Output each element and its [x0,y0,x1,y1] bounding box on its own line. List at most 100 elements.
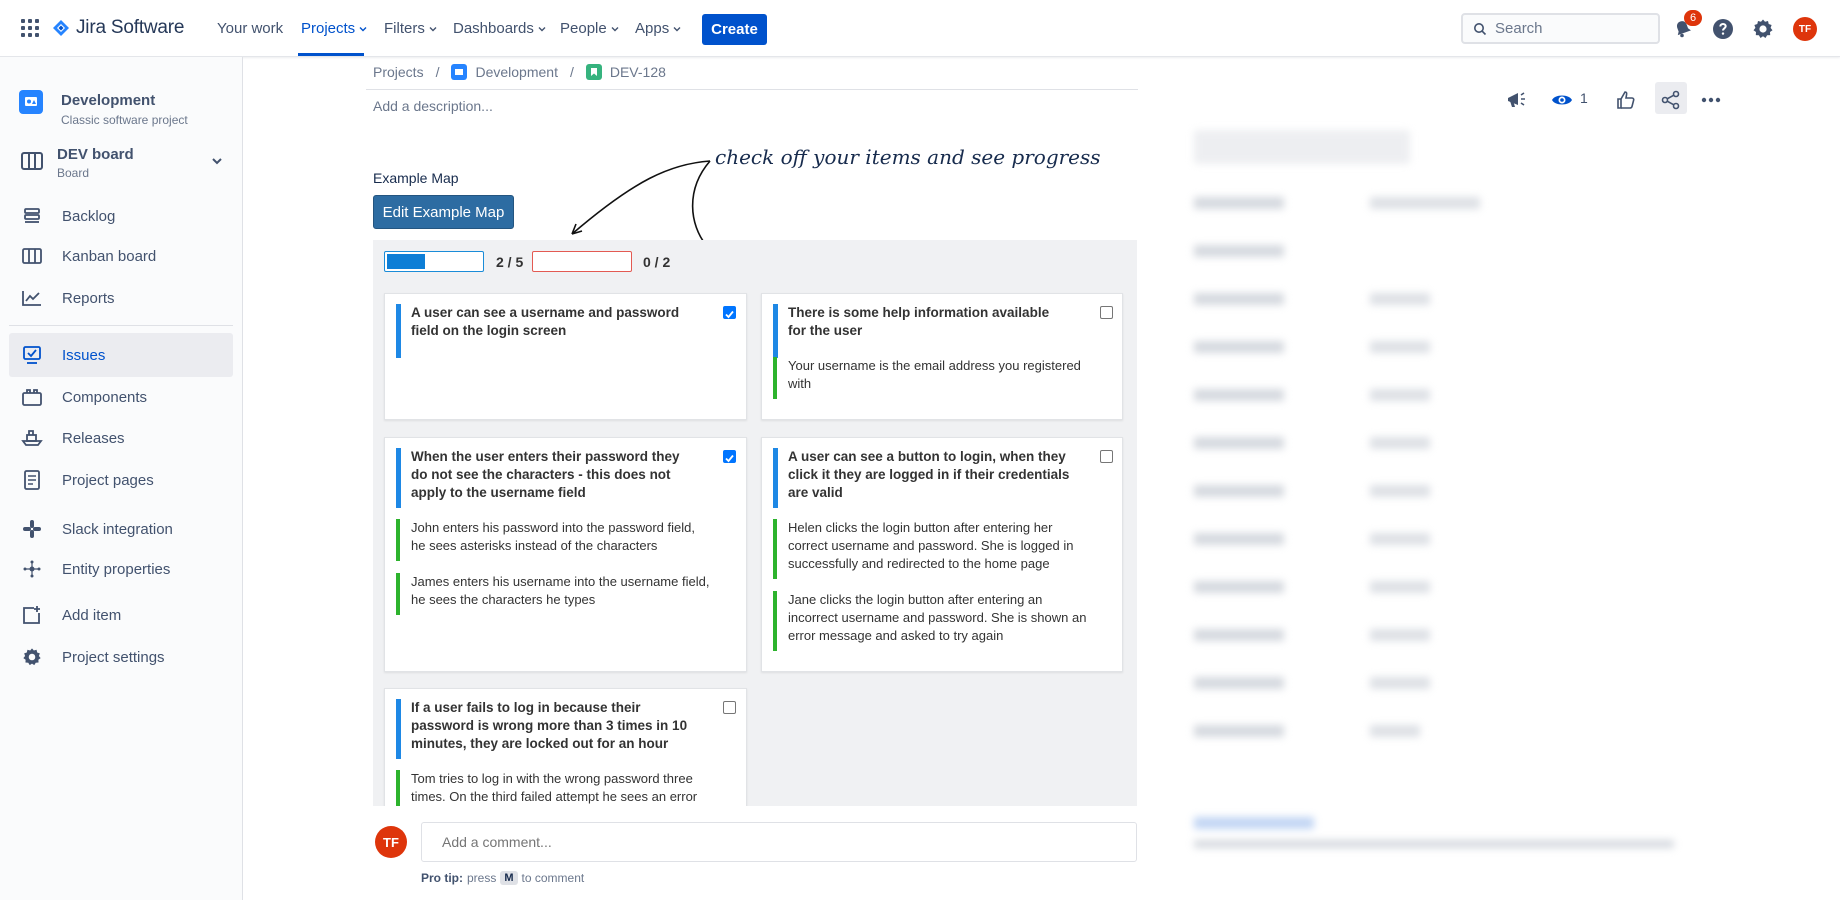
create-button[interactable]: Create [702,14,767,45]
nav-filters[interactable]: Filters [384,20,437,37]
project-header[interactable]: Development Classic software project [19,90,188,127]
breadcrumb-project[interactable]: Development [475,64,558,80]
sidebar-item-label: Project settings [62,648,165,666]
example-color-bar [396,770,400,806]
search-box[interactable] [1461,13,1660,44]
rule-item: A user can see a username and password f… [396,304,701,358]
rule-card: If a user fails to log in because their … [384,688,747,806]
blurred-field-value [1370,533,1430,545]
rule-color-bar [773,448,778,508]
sidebar-divider [9,325,233,326]
rules-progress-fill [387,254,425,269]
rule-checkbox[interactable] [723,306,736,319]
board-name: DEV board [57,146,134,163]
example-item: John enters his password into the passwo… [396,519,711,561]
rule-checkbox[interactable] [1100,306,1113,319]
help-icon[interactable] [1711,17,1735,41]
sidebar-item-label: Releases [62,429,125,447]
nav-people[interactable]: People [560,20,619,37]
sidebar-item-label: Slack integration [62,520,173,538]
sidebar-item-backlog[interactable]: Backlog [9,194,233,238]
example-text: Your username is the email address you r… [788,358,1081,391]
project-avatar-icon [451,64,468,80]
example-text: James enters his username into the usern… [411,574,710,607]
sidebar-item-project-settings[interactable]: Project settings [9,635,233,679]
sidebar-item-kanban-board[interactable]: Kanban board [9,234,233,278]
issue-details-panel-blurred [1180,120,1720,900]
example-color-bar [396,519,400,561]
add-item-icon [21,604,43,626]
rule-card: There is some help information available… [761,293,1123,420]
chevron-down-icon [359,26,367,31]
rule-checkbox[interactable] [723,701,736,714]
rule-text: If a user fails to log in because their … [411,700,688,751]
jira-logo[interactable]: Jira Software [52,17,184,39]
edit-example-map-button[interactable]: Edit Example Map [373,195,514,229]
product-name: Jira Software [76,17,185,38]
breadcrumb-issue-key[interactable]: DEV-128 [610,64,666,80]
rule-color-bar [773,304,778,358]
rule-text: A user can see a button to login, when t… [788,449,1070,500]
sidebar-item-components[interactable]: Components [9,375,233,419]
blurred-link [1194,817,1314,829]
sidebar-item-releases[interactable]: Releases [9,416,233,460]
sidebar-item-entity-properties[interactable]: Entity properties [9,547,233,591]
sidebar-item-label: Kanban board [62,247,157,265]
user-avatar[interactable]: TF [1793,17,1817,41]
feedback-megaphone-icon[interactable] [1503,86,1531,114]
example-map-title: Example Map [373,170,459,186]
example-color-bar [773,591,777,651]
breadcrumb: Projects / Development / DEV-128 [373,64,666,80]
blurred-field-value [1370,437,1430,449]
sidebar-item-slack-integration[interactable]: Slack integration [9,507,233,551]
settings-gear-icon[interactable] [1751,17,1775,41]
comment-input[interactable] [421,822,1137,862]
board-icon [21,152,43,170]
slack-icon [21,518,43,540]
rule-item: There is some help information available… [773,304,1078,358]
description-placeholder[interactable]: Add a description... [373,98,493,114]
watch-eye-icon[interactable] [1548,86,1576,114]
sidebar-item-project-pages[interactable]: Project pages [9,458,233,502]
chevron-down-icon [212,158,222,165]
chevron-down-icon [673,26,681,31]
keyboard-shortcut-key: M [500,871,518,885]
example-item: Helen clicks the login button after ente… [773,519,1093,579]
sidebar-item-reports[interactable]: Reports [9,276,233,320]
nav-dashboards[interactable]: Dashboards [453,20,546,37]
sidebar-item-issues[interactable]: Issues [9,333,233,377]
watch-count[interactable]: 1 [1580,90,1588,106]
rule-text: A user can see a username and password f… [411,305,680,338]
example-color-bar [773,519,777,579]
rule-text: When the user enters their password they… [411,449,680,500]
rule-color-bar [396,448,401,508]
rule-checkbox[interactable] [1100,450,1113,463]
nav-projects[interactable]: Projects [301,20,367,37]
vote-thumbs-up-icon[interactable] [1612,86,1640,114]
rule-text: There is some help information available… [788,305,1050,338]
blurred-text [1194,840,1674,848]
example-text: Tom tries to log in with the wrong passw… [411,771,698,804]
nav-apps[interactable]: Apps [635,20,681,37]
app-switcher-icon[interactable] [21,19,39,37]
search-input[interactable] [1495,20,1645,37]
blurred-field-value [1370,725,1420,737]
top-navigation: Jira Software Your work Projects Filters… [0,0,1840,57]
sidebar-item-label: Components [62,388,148,406]
rule-color-bar [396,699,401,759]
more-actions-icon[interactable] [1697,86,1725,114]
breadcrumb-projects[interactable]: Projects [373,64,424,80]
rule-card: When the user enters their password they… [384,437,747,672]
nav-your-work[interactable]: Your work [217,20,283,37]
blurred-field-label [1194,341,1284,353]
blurred-field-label [1194,389,1284,401]
jira-logo-icon [53,20,69,36]
share-icon[interactable] [1657,86,1685,114]
pro-tip-label: Pro tip: [421,871,463,885]
project-avatar-icon [19,90,43,114]
blurred-field-value [1370,485,1430,497]
reports-icon [21,287,43,309]
rule-checkbox[interactable] [723,450,736,463]
sidebar-item-label: Add item [62,606,122,624]
sidebar-item-add-item[interactable]: Add item [9,593,233,637]
